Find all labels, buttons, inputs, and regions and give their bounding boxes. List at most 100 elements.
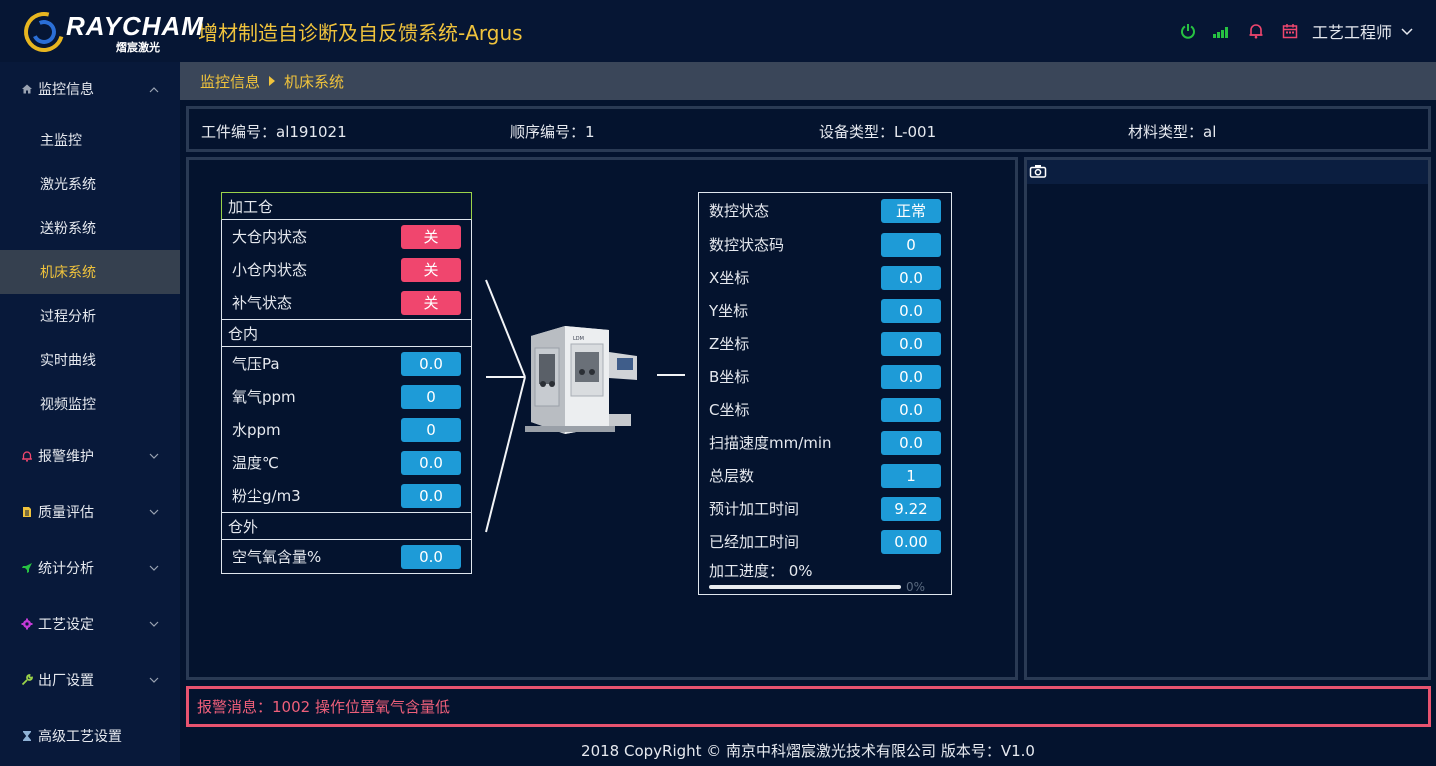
status-row: 小仓内状态 关 — [222, 253, 471, 286]
menu-group-monitor[interactable]: 监控信息 — [0, 62, 180, 116]
sidebar-item-main-monitor[interactable]: 主监控 — [0, 118, 180, 162]
menu-group-label: 报警维护 — [38, 449, 94, 465]
row-label: 扫描速度mm/min — [709, 434, 832, 452]
value-badge: 0.00 — [881, 529, 941, 554]
row-label: 补气状态 — [232, 294, 293, 312]
value-row: 氧气ppm 0 — [222, 380, 471, 413]
row-label: 总层数 — [709, 467, 755, 485]
progress-bar: 0% — [709, 580, 927, 594]
chevron-down-icon — [148, 618, 160, 630]
alarm-message: 报警消息：1002 操作位置氧气含量低 — [186, 686, 1431, 727]
sidebar-item-machine-system[interactable]: 机床系统 — [0, 250, 180, 294]
row-label: 水ppm — [232, 421, 281, 439]
section-title: 仓内 — [222, 319, 471, 347]
value-badge: 0 — [401, 384, 461, 409]
signal-icon[interactable] — [1212, 21, 1232, 41]
menu-group-statistics[interactable]: 统计分析 — [0, 540, 180, 596]
status-row: 大仓内状态 关 — [222, 220, 471, 253]
row-label: 小仓内状态 — [232, 261, 308, 279]
sidebar-item-realtime-curve[interactable]: 实时曲线 — [0, 338, 180, 382]
value-badge: 0.0 — [401, 544, 461, 569]
value-row: 总层数 1 — [699, 459, 951, 492]
footer-copyright: 2018 CopyRight © 南京中科熠宸激光技术有限公司 版本号：V1.0 — [581, 741, 1035, 760]
value-row: 数控状态码 0 — [699, 228, 951, 261]
value-badge: 0.0 — [881, 430, 941, 455]
row-label: C坐标 — [709, 401, 750, 419]
value-row: Z坐标 0.0 — [699, 327, 951, 360]
bell-icon — [20, 449, 34, 463]
sidebar-item-process-analysis[interactable]: 过程分析 — [0, 294, 180, 338]
progress-percent: 0% — [906, 580, 926, 594]
value-badge: 0 — [881, 232, 941, 257]
progress-label: 加工进度： 0% — [709, 562, 813, 580]
menu-group-label: 监控信息 — [38, 82, 94, 98]
snapshot-header — [1027, 160, 1428, 184]
chevron-up-icon — [148, 84, 160, 96]
value-badge: 0.0 — [881, 397, 941, 422]
menu-group-alarm[interactable]: 报警维护 — [0, 428, 180, 484]
document-icon — [20, 505, 34, 519]
sidebar-item-laser-system[interactable]: 激光系统 — [0, 162, 180, 206]
workpiece-number: 工件编号：al191021 — [201, 123, 347, 141]
sidebar-item-powder-system[interactable]: 送粉系统 — [0, 206, 180, 250]
sidebar: 监控信息 主监控 激光系统 送粉系统 机床系统 过程分析 实时曲线 视频监控 报… — [0, 62, 180, 766]
row-label: 数控状态 — [709, 202, 770, 220]
row-label: 粉尘g/m3 — [232, 487, 301, 505]
chamber-status-box: 加工仓 大仓内状态 关 小仓内状态 关 补气状态 关 仓内 气压Pa 0.0 氧… — [221, 192, 472, 574]
calendar-icon[interactable] — [1280, 21, 1300, 41]
menu-group-label: 高级工艺设置 — [38, 729, 122, 745]
menu-group-quality[interactable]: 质量评估 — [0, 484, 180, 540]
value-badge: 0.0 — [401, 351, 461, 376]
material-type: 材料类型：al — [1128, 123, 1217, 141]
menu-group-label: 出厂设置 — [38, 673, 94, 689]
row-label: 温度℃ — [232, 454, 279, 472]
value-row: 粉尘g/m3 0.0 — [222, 479, 471, 512]
menu-group-label: 统计分析 — [38, 561, 94, 577]
menu-group-process-settings[interactable]: 工艺设定 — [0, 596, 180, 652]
chevron-down-icon — [148, 674, 160, 686]
value-badge: 0.0 — [401, 483, 461, 508]
row-label: 已经加工时间 — [709, 533, 800, 551]
sequence-number: 顺序编号：1 — [510, 123, 595, 141]
status-row: 补气状态 关 — [222, 286, 471, 319]
sidebar-item-video-monitor[interactable]: 视频监控 — [0, 382, 180, 426]
row-label: Y坐标 — [709, 302, 749, 320]
value-row: 气压Pa 0.0 — [222, 347, 471, 380]
value-row: 水ppm 0 — [222, 413, 471, 446]
value-badge: 0.0 — [881, 265, 941, 290]
menu-group-advanced-process[interactable]: 高级工艺设置 — [0, 708, 180, 764]
power-icon[interactable] — [1178, 21, 1198, 41]
caret-right-icon — [269, 76, 276, 86]
user-menu[interactable]: 工艺工程师 — [1312, 19, 1392, 43]
value-row: Y坐标 0.0 — [699, 294, 951, 327]
value-row: C坐标 0.0 — [699, 393, 951, 426]
camera-icon[interactable] — [1029, 163, 1047, 182]
rocket-icon — [20, 561, 34, 575]
breadcrumb-parent[interactable]: 监控信息 — [200, 71, 260, 92]
value-badge: 0.0 — [881, 364, 941, 389]
value-badge: 0.0 — [401, 450, 461, 475]
wrench-icon — [20, 673, 34, 687]
row-label: B坐标 — [709, 368, 750, 386]
value-badge: 9.22 — [881, 496, 941, 521]
menu-group-label: 工艺设定 — [38, 617, 94, 633]
breadcrumb: 监控信息 机床系统 — [180, 62, 1436, 100]
value-badge: 1 — [881, 463, 941, 488]
value-row: 数控状态 正常 — [699, 193, 951, 228]
machine-panel: LDM 加工仓 大仓内状态 关 小仓内状态 关 补气状态 关 仓内 气压Pa 0… — [186, 157, 1018, 680]
value-row: X坐标 0.0 — [699, 261, 951, 294]
app-title: 增材制造自诊断及自反馈系统-Argus — [198, 20, 523, 45]
menu-group-label: 质量评估 — [38, 505, 94, 521]
row-label: 大仓内状态 — [232, 228, 308, 246]
bell-icon[interactable] — [1246, 21, 1266, 41]
value-row: 预计加工时间 9.22 — [699, 492, 951, 525]
chevron-down-icon[interactable] — [1400, 23, 1416, 39]
menu-group-factory-settings[interactable]: 出厂设置 — [0, 652, 180, 708]
section-title: 仓外 — [222, 512, 471, 540]
app-header: RAYCHAM 熠宸激光 增材制造自诊断及自反馈系统-Argus 工艺工程师 — [0, 0, 1436, 62]
value-row: B坐标 0.0 — [699, 360, 951, 393]
value-badge: 正常 — [881, 198, 941, 223]
row-label: 气压Pa — [232, 355, 280, 373]
value-row: 温度℃ 0.0 — [222, 446, 471, 479]
chevron-down-icon — [148, 506, 160, 518]
